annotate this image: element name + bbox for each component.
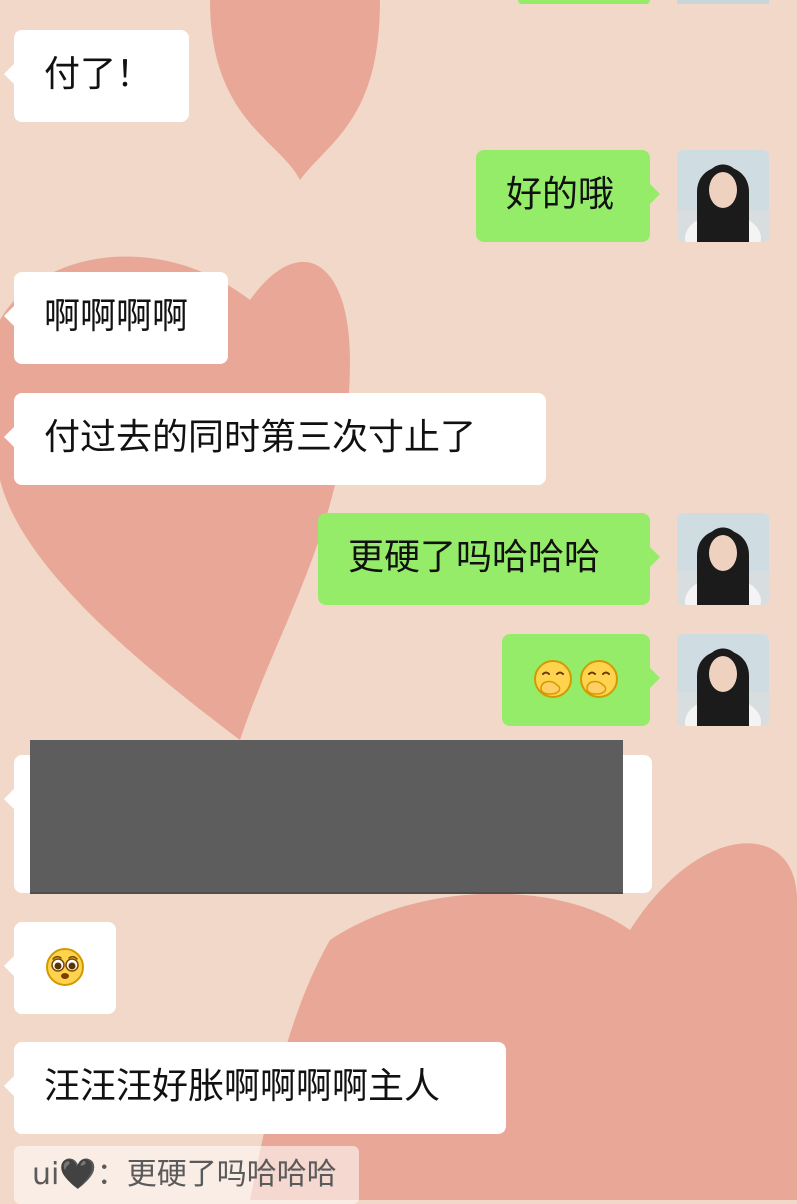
previous-avatar: [677, 0, 769, 4]
incoming-emoji-message[interactable]: [4, 922, 116, 1014]
chat-window[interactable]: 付了！ 好的哦 啊啊啊啊 付过去的同时第三次寸止了 更硬了吗哈哈哈 汪汪汪好胀啊…: [0, 0, 797, 1204]
incoming-message[interactable]: 付了！: [4, 30, 189, 122]
emoji-group: [14, 922, 116, 1010]
redaction-block: [30, 740, 623, 892]
outgoing-emoji-message[interactable]: [502, 634, 660, 726]
reply-quote[interactable]: ui🖤：更硬了吗哈哈哈: [14, 1146, 359, 1204]
emoji-group: [502, 634, 650, 722]
hand-over-mouth-emoji-icon: [580, 660, 618, 698]
reply-quote-sender: ui🖤: [32, 1157, 97, 1192]
outgoing-message[interactable]: 更硬了吗哈哈哈: [318, 513, 660, 605]
girl-portrait-avatar-icon[interactable]: [677, 150, 769, 242]
incoming-message[interactable]: 啊啊啊啊: [4, 272, 228, 364]
girl-portrait-avatar-icon[interactable]: [677, 513, 769, 605]
hand-over-mouth-emoji-icon: [534, 660, 572, 698]
girl-portrait-avatar-icon[interactable]: [677, 634, 769, 726]
incoming-message[interactable]: 汪汪汪好胀啊啊啊啊主人: [4, 1042, 506, 1134]
pleading-face-emoji-icon: [46, 948, 84, 986]
reply-quote-separator: ：: [96, 1157, 127, 1192]
reply-quote-text: 更硬了吗哈哈哈: [126, 1157, 337, 1192]
outgoing-message[interactable]: 好的哦: [476, 150, 660, 242]
incoming-message[interactable]: 付过去的同时第三次寸止了: [4, 393, 546, 485]
previous-outgoing-bubble: [518, 0, 650, 4]
